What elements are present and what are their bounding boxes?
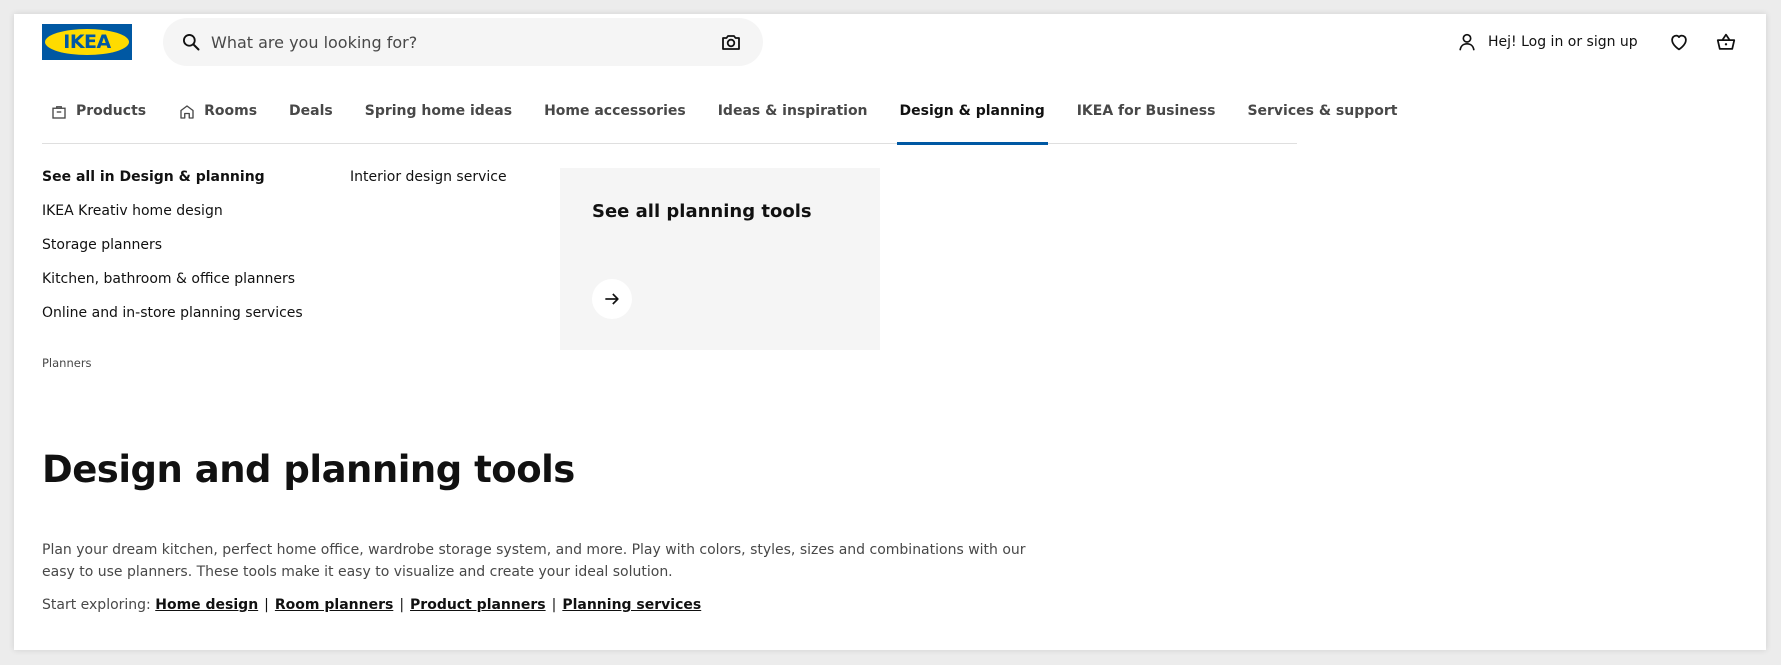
nav-label: Design & planning <box>899 103 1045 119</box>
bag-icon <box>52 106 66 119</box>
login-label: Hej! Log in or sign up <box>1488 34 1638 50</box>
tile-title: See all planning tools <box>592 201 812 222</box>
nav-item-spring-home-ideas[interactable]: Spring home ideas <box>365 96 512 144</box>
nav-label: Products <box>76 103 147 119</box>
house-icon <box>180 105 194 119</box>
nav-label: Spring home ideas <box>364 103 513 119</box>
arrow-right-icon <box>605 293 619 305</box>
camera-icon[interactable] <box>719 30 743 54</box>
nav-item-deals[interactable]: Deals <box>289 96 333 144</box>
user-icon <box>1459 33 1475 51</box>
ikea-logo[interactable]: IKEA <box>42 24 132 60</box>
nav-label: Ideas & inspiration <box>717 103 868 119</box>
link-separator: | <box>264 597 269 613</box>
nav-item-ideas-inspiration[interactable]: Ideas & inspiration <box>718 96 868 144</box>
nav-label: Services & support <box>1247 103 1398 119</box>
search-input[interactable] <box>211 28 691 56</box>
menu-link-kitchen-planners[interactable]: Kitchen, bathroom & office planners <box>42 271 303 305</box>
link-home-design[interactable]: Home design <box>155 597 258 613</box>
menu-column-1: See all in Design & planning IKEA Kreati… <box>42 169 303 339</box>
nav-label: Home accessories <box>544 103 686 119</box>
search-bar <box>163 18 763 66</box>
menu-link-see-all[interactable]: See all in Design & planning <box>42 169 303 203</box>
nav-item-ikea-for-business[interactable]: IKEA for Business <box>1077 96 1216 144</box>
menu-caption: Planners <box>42 356 92 370</box>
tile-arrow-button[interactable] <box>592 279 632 319</box>
nav-item-rooms[interactable]: Rooms <box>178 96 257 144</box>
nav-item-home-accessories[interactable]: Home accessories <box>544 96 686 144</box>
explore-links: Start exploring: Home design | Room planne… <box>42 597 701 613</box>
page-title: Design and planning tools <box>42 448 575 491</box>
main-nav: Products Rooms Deals Spring home ideas H… <box>42 96 1398 145</box>
menu-link-planning-services[interactable]: Online and in-store planning services <box>42 305 303 339</box>
heart-icon[interactable] <box>1668 31 1690 53</box>
page-description: Plan your dream kitchen, perfect home of… <box>42 542 1026 580</box>
nav-item-services-support[interactable]: Services & support <box>1247 96 1397 144</box>
link-separator: | <box>399 597 405 613</box>
nav-item-design-planning[interactable]: Design & planning <box>896 96 1048 145</box>
menu-column-2: Interior design service <box>350 169 507 203</box>
link-planning-services[interactable]: Planning services <box>562 597 701 613</box>
nav-label: IKEA for Business <box>1076 103 1216 119</box>
menu-link-storage-planners[interactable]: Storage planners <box>42 237 303 271</box>
menu-link-kreativ[interactable]: IKEA Kreativ home design <box>42 203 303 237</box>
search-icon[interactable] <box>181 32 201 52</box>
page: IKEA Hej! Log in or sign up <box>14 14 1766 650</box>
planning-tools-tile[interactable]: See all planning tools <box>560 168 880 350</box>
link-product-planners[interactable]: Product planners <box>410 597 546 613</box>
nav-label: Rooms <box>204 103 258 119</box>
logo-text: IKEA <box>63 31 111 53</box>
login-link[interactable]: Hej! Log in or sign up <box>1456 28 1638 56</box>
menu-link-interior-design[interactable]: Interior design service <box>350 169 507 203</box>
nav-label: Deals <box>289 103 333 119</box>
link-separator: | <box>551 597 557 613</box>
nav-item-products[interactable]: Products <box>50 96 146 144</box>
link-room-planners[interactable]: Room planners <box>275 597 393 613</box>
cart-icon[interactable] <box>1715 31 1737 53</box>
explore-prefix: Start exploring: <box>42 597 151 613</box>
